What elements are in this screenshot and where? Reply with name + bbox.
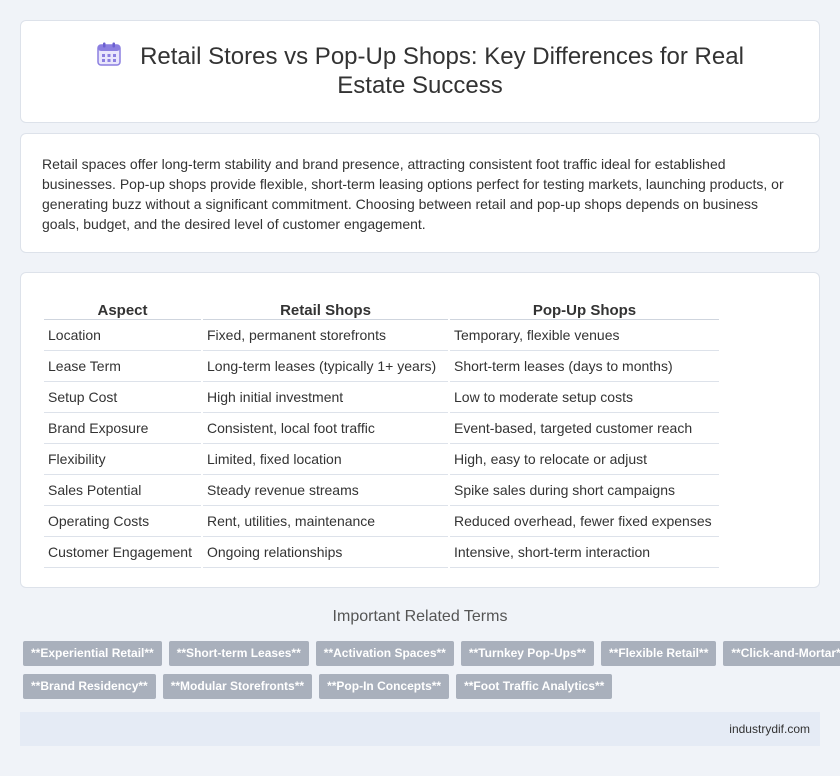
tag-foot-traffic-analytics[interactable]: **Foot Traffic Analytics** <box>456 674 613 699</box>
table-row: Customer Engagement Ongoing relationship… <box>44 537 719 568</box>
tag-pop-in-concepts[interactable]: **Pop-In Concepts** <box>319 674 450 699</box>
cell-aspect: Location <box>44 320 201 351</box>
cell-retail: Steady revenue streams <box>203 475 448 506</box>
tag-row: **Experiential Retail** **Short-term Lea… <box>23 641 840 666</box>
footer: industrydif.com <box>20 712 820 746</box>
title-card: Retail Stores vs Pop-Up Shops: Key Diffe… <box>20 20 820 123</box>
table-row: Setup Cost High initial investment Low t… <box>44 382 719 413</box>
intro-paragraph: Retail spaces offer long-term stability … <box>42 156 784 232</box>
page-title-wrap: Retail Stores vs Pop-Up Shops: Key Diffe… <box>61 41 779 100</box>
cell-aspect: Customer Engagement <box>44 537 201 568</box>
cell-retail: Long-term leases (typically 1+ years) <box>203 351 448 382</box>
page-title: Retail Stores vs Pop-Up Shops: Key Diffe… <box>140 43 744 99</box>
table-row: Sales Potential Steady revenue streams S… <box>44 475 719 506</box>
tag-flexible-retail[interactable]: **Flexible Retail** <box>600 641 717 666</box>
cell-popup: High, easy to relocate or adjust <box>450 444 719 475</box>
cell-retail: Rent, utilities, maintenance <box>203 506 448 537</box>
cell-aspect: Setup Cost <box>44 382 201 413</box>
cell-retail: Fixed, permanent storefronts <box>203 320 448 351</box>
tag-short-term-leases[interactable]: **Short-term Leases** <box>168 641 309 666</box>
table-row: Operating Costs Rent, utilities, mainten… <box>44 506 719 537</box>
intro-card: Retail spaces offer long-term stability … <box>20 133 820 253</box>
related-terms-title: Important Related Terms <box>332 608 508 625</box>
tag-brand-residency[interactable]: **Brand Residency** <box>23 674 156 699</box>
calendar-icon <box>96 41 122 67</box>
cell-retail: High initial investment <box>203 382 448 413</box>
table-row: Brand Exposure Consistent, local foot tr… <box>44 413 719 444</box>
cell-popup: Spike sales during short campaigns <box>450 475 719 506</box>
cell-popup: Reduced overhead, fewer fixed expenses <box>450 506 719 537</box>
cell-retail: Limited, fixed location <box>203 444 448 475</box>
header-aspect: Aspect <box>44 295 201 320</box>
tag-modular-storefronts[interactable]: **Modular Storefronts** <box>162 674 313 699</box>
header-pop-up-shops: Pop-Up Shops <box>450 295 719 320</box>
tag-row: **Brand Residency** **Modular Storefront… <box>23 674 823 699</box>
footer-site-link[interactable]: industrydif.com <box>729 722 810 736</box>
table-row: Lease Term Long-term leases (typically 1… <box>44 351 719 382</box>
header-retail-shops: Retail Shops <box>203 295 448 320</box>
cell-popup: Low to moderate setup costs <box>450 382 719 413</box>
cell-popup: Event-based, targeted customer reach <box>450 413 719 444</box>
cell-retail: Consistent, local foot traffic <box>203 413 448 444</box>
related-terms-tags: **Experiential Retail** **Short-term Lea… <box>23 641 840 707</box>
cell-popup: Intensive, short-term interaction <box>450 537 719 568</box>
table-header-row: Aspect Retail Shops Pop-Up Shops <box>44 295 719 320</box>
comparison-table: Aspect Retail Shops Pop-Up Shops Locatio… <box>42 295 721 568</box>
table-row: Flexibility Limited, fixed location High… <box>44 444 719 475</box>
cell-retail: Ongoing relationships <box>203 537 448 568</box>
table-row: Location Fixed, permanent storefronts Te… <box>44 320 719 351</box>
tag-activation-spaces[interactable]: **Activation Spaces** <box>315 641 454 666</box>
comparison-card: Aspect Retail Shops Pop-Up Shops Locatio… <box>20 272 820 588</box>
tag-turnkey-pop-ups[interactable]: **Turnkey Pop-Ups** <box>460 641 594 666</box>
cell-aspect: Lease Term <box>44 351 201 382</box>
cell-popup: Short-term leases (days to months) <box>450 351 719 382</box>
cell-aspect: Brand Exposure <box>44 413 201 444</box>
cell-aspect: Sales Potential <box>44 475 201 506</box>
cell-aspect: Operating Costs <box>44 506 201 537</box>
tag-click-and-mortar[interactable]: **Click-and-Mortar** <box>723 641 840 666</box>
cell-aspect: Flexibility <box>44 444 201 475</box>
tag-experiential-retail[interactable]: **Experiential Retail** <box>23 641 162 666</box>
cell-popup: Temporary, flexible venues <box>450 320 719 351</box>
